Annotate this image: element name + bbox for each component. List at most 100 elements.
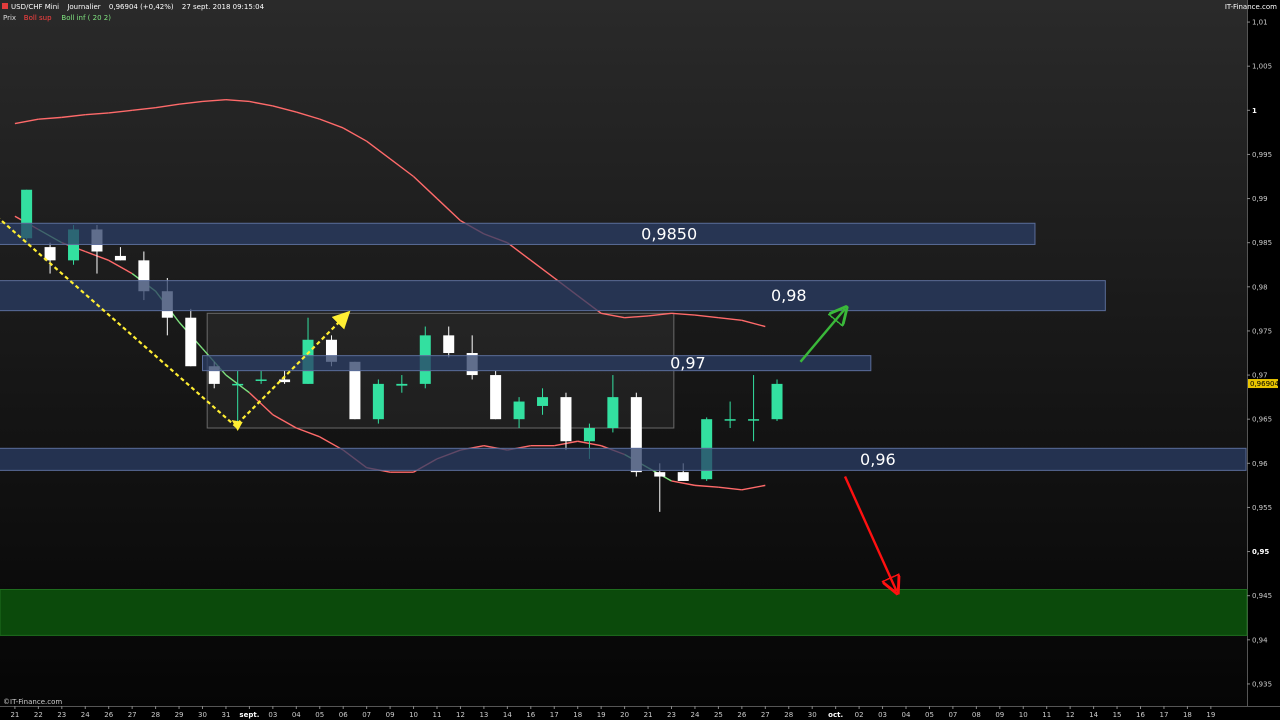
x-tick-label: 18 bbox=[573, 711, 582, 719]
x-tick-label: 06 bbox=[339, 711, 348, 719]
legend-item: Boll sup bbox=[24, 14, 52, 22]
current-price-label: 0,96904 bbox=[1250, 380, 1279, 388]
x-tick-label: 30 bbox=[198, 711, 207, 719]
candle-body bbox=[443, 335, 455, 353]
x-tick-label: 29 bbox=[175, 711, 184, 719]
x-tick-label: 11 bbox=[433, 711, 442, 719]
x-tick-label: 21 bbox=[644, 711, 653, 719]
y-tick-label: 0,955 bbox=[1252, 504, 1272, 512]
svg-text:USD/CHF Mini Journalier: USD/CHF Mini Journalier 0,96904 (+0,42%)… bbox=[11, 3, 265, 11]
x-tick-label: oct. bbox=[828, 711, 843, 719]
x-tick-label: 24 bbox=[81, 711, 90, 719]
x-tick-label: 28 bbox=[784, 711, 793, 719]
candle-body bbox=[677, 472, 689, 481]
x-tick-label: 02 bbox=[855, 711, 864, 719]
candle-body bbox=[255, 379, 267, 381]
y-tick-label: 0,98 bbox=[1252, 283, 1268, 291]
y-tick-label: 0,95 bbox=[1252, 548, 1269, 556]
copyright-label: ©IT-Finance.com bbox=[3, 698, 62, 706]
x-tick-label: 30 bbox=[808, 711, 817, 719]
x-tick-label: 25 bbox=[714, 711, 723, 719]
x-tick-label: 19 bbox=[597, 711, 606, 719]
x-tick-label: 20 bbox=[620, 711, 629, 719]
x-tick-label: 09 bbox=[995, 711, 1004, 719]
price-change: 0,96904 (+0,42%) bbox=[109, 3, 174, 11]
x-tick-label: 03 bbox=[878, 711, 887, 719]
candle-body bbox=[114, 255, 126, 261]
x-tick-label: 27 bbox=[761, 711, 770, 719]
target-zone-layer bbox=[0, 589, 1248, 636]
candle-body bbox=[232, 383, 244, 386]
x-tick-label: 04 bbox=[902, 711, 911, 719]
x-tick-label: 08 bbox=[972, 711, 981, 719]
y-tick-label: 0,975 bbox=[1252, 327, 1272, 335]
symbol-status-icon bbox=[2, 3, 8, 9]
y-tick-label: 1,005 bbox=[1252, 63, 1272, 71]
candle-body bbox=[490, 375, 502, 420]
y-tick-label: 0,94 bbox=[1252, 636, 1268, 644]
source-label: IT-Finance.com bbox=[1225, 3, 1277, 11]
x-tick-label: 03 bbox=[268, 711, 277, 719]
x-tick-label: 13 bbox=[479, 711, 488, 719]
zone-label: 0,97 bbox=[670, 354, 706, 373]
zone-label: 0,96 bbox=[860, 450, 896, 469]
candle-body bbox=[185, 317, 197, 367]
y-tick-label: 0,965 bbox=[1252, 416, 1272, 424]
zone-label: 0,9850 bbox=[641, 224, 697, 243]
y-tick-label: 0,99 bbox=[1252, 195, 1268, 203]
candle-body bbox=[654, 472, 666, 477]
zone-band bbox=[0, 447, 1247, 471]
candle-body bbox=[537, 397, 549, 406]
x-tick-label: 23 bbox=[57, 711, 66, 719]
candle-body bbox=[372, 383, 384, 420]
x-tick-label: 24 bbox=[690, 711, 699, 719]
x-tick-label: 04 bbox=[292, 711, 301, 719]
x-tick-label: 18 bbox=[1183, 711, 1192, 719]
y-tick-label: 0,97 bbox=[1252, 372, 1268, 380]
x-tick-label: sept. bbox=[239, 711, 259, 719]
x-tick-label: 16 bbox=[526, 711, 535, 719]
candle-body bbox=[607, 397, 619, 429]
x-tick-label: 22 bbox=[34, 711, 43, 719]
candle-body bbox=[560, 397, 572, 442]
y-tick-label: 1,01 bbox=[1252, 19, 1268, 27]
y-tick-label: 0,96 bbox=[1252, 460, 1268, 468]
x-tick-label: 07 bbox=[948, 711, 957, 719]
x-tick-label: 28 bbox=[151, 711, 160, 719]
zone-label: 0,98 bbox=[771, 286, 807, 305]
x-tick-label: 19 bbox=[1206, 711, 1215, 719]
candle-body bbox=[279, 379, 291, 383]
x-tick-label: 17 bbox=[550, 711, 559, 719]
x-tick-label: 17 bbox=[1159, 711, 1168, 719]
x-tick-label: 14 bbox=[503, 711, 512, 719]
candle-body bbox=[724, 419, 736, 421]
x-tick-label: 15 bbox=[1113, 711, 1122, 719]
x-tick-label: 21 bbox=[10, 711, 19, 719]
zone-band bbox=[0, 280, 1106, 312]
candle-body bbox=[513, 401, 525, 420]
candle-body bbox=[748, 419, 760, 421]
x-tick-label: 26 bbox=[104, 711, 113, 719]
quote-datetime: 27 sept. 2018 09:15:04 bbox=[182, 3, 265, 11]
candle-body bbox=[44, 247, 56, 261]
y-tick-label: 0,945 bbox=[1252, 592, 1272, 600]
symbol-name: USD/CHF Mini bbox=[11, 3, 59, 11]
chart-canvas: 0,9850 0,98 0,97 0,96 1,01 1,005 1 0,995 0,99 0,… bbox=[0, 0, 1280, 719]
x-tick-label: 11 bbox=[1042, 711, 1051, 719]
zone-band bbox=[0, 222, 1036, 245]
y-tick-label: 0,985 bbox=[1252, 239, 1272, 247]
legend-item: Boll inf ( 20 2) bbox=[61, 14, 111, 22]
target-zone bbox=[0, 589, 1248, 636]
x-tick-label: 10 bbox=[409, 711, 418, 719]
x-tick-label: 23 bbox=[667, 711, 676, 719]
y-axis: 1,011,00510,9950,990,9850,980,9750,970,9… bbox=[1247, 19, 1279, 688]
legend-item: Prix bbox=[3, 14, 16, 22]
y-tick-label: 0,935 bbox=[1252, 680, 1272, 688]
x-tick-label: 26 bbox=[737, 711, 746, 719]
x-tick-label: 31 bbox=[221, 711, 230, 719]
x-tick-label: 07 bbox=[362, 711, 371, 719]
x-tick-label: 12 bbox=[456, 711, 465, 719]
x-tick-label: 14 bbox=[1089, 711, 1098, 719]
y-tick-label: 0,995 bbox=[1252, 151, 1272, 159]
candle-body bbox=[771, 383, 783, 420]
